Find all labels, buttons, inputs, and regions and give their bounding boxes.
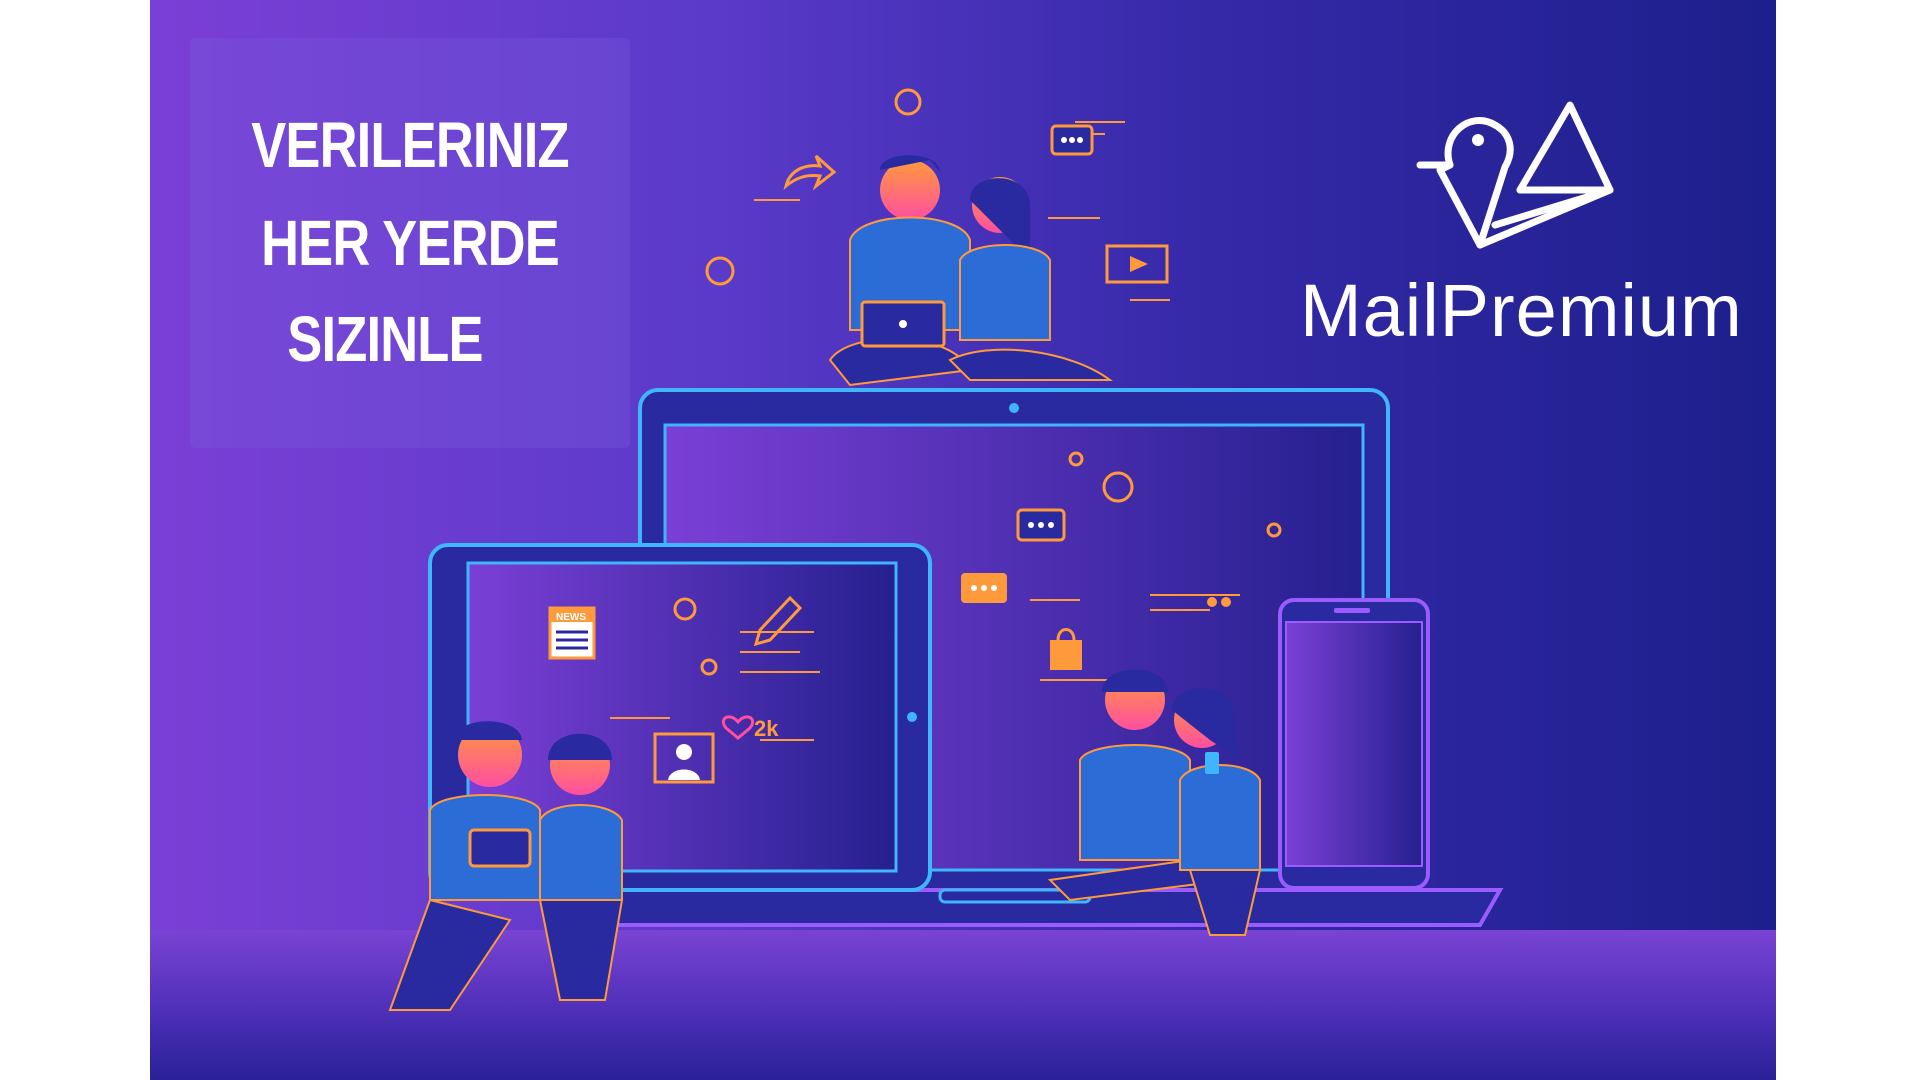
video-icon [1105,244,1169,284]
couple-top-illustration [828,155,1114,387]
banner: VERILERINIZ HER YERDE SIZINLE MailPremiu… [150,0,1776,1080]
news-label: NEWS [556,612,586,623]
share-arrow-icon [783,154,837,191]
couple-left-illustration [388,721,624,1011]
devices-illustration: NEWS 2k [388,88,1504,1011]
top-chat-bubble-icon [1050,124,1094,156]
phone-icon [1278,598,1430,890]
likes-count: 2k [754,716,779,741]
